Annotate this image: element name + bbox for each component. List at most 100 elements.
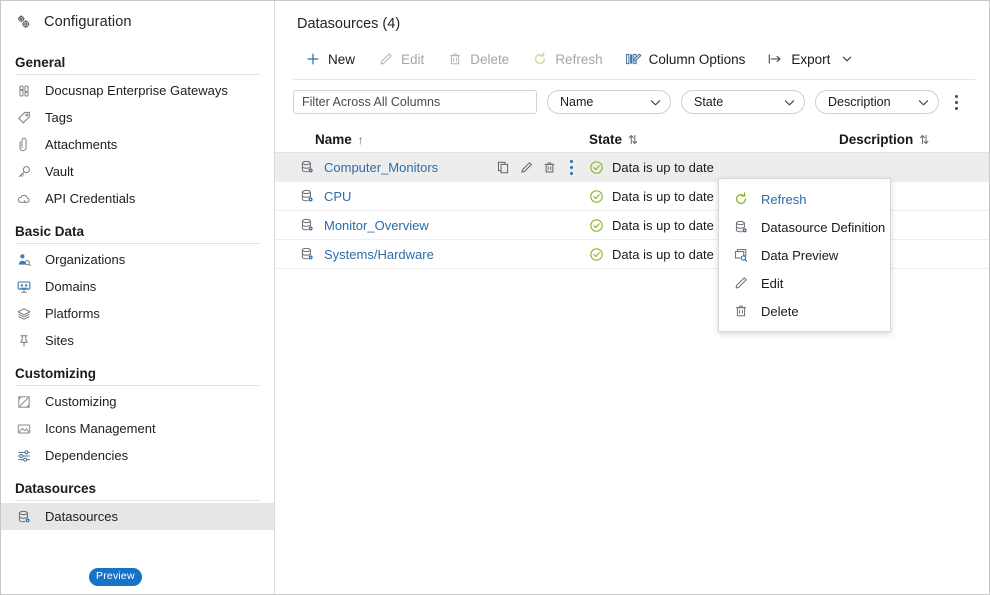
- filter-pill-label: Name: [560, 95, 593, 109]
- sidebar-item-organizations[interactable]: Organizations: [1, 246, 274, 273]
- column-header-label: State: [589, 132, 622, 147]
- datasource-icon: [298, 159, 315, 176]
- cell-name: Systems/Hardware: [293, 246, 589, 263]
- filter-pill-state[interactable]: State: [681, 90, 805, 114]
- datasource-name-link[interactable]: Systems/Hardware: [324, 247, 434, 262]
- sidebar-item-customizing[interactable]: Customizing: [1, 388, 274, 415]
- context-menu-item-delete[interactable]: Delete: [719, 297, 890, 325]
- sidebar-group-title-general: General: [1, 55, 274, 74]
- sidebar-item-tags[interactable]: Tags: [1, 104, 274, 131]
- context-menu-item-data-preview[interactable]: Data Preview: [719, 241, 890, 269]
- column-header-label: Name: [315, 132, 352, 147]
- column-options-button-label: Column Options: [649, 52, 746, 67]
- sidebar-item-attachments[interactable]: Attachments: [1, 131, 274, 158]
- copy-icon[interactable]: [495, 158, 512, 176]
- chevron-down-icon: [917, 96, 930, 109]
- row-more-menu[interactable]: [563, 156, 581, 178]
- datasource-icon: [15, 508, 32, 525]
- sidebar-item-platforms[interactable]: Platforms: [1, 300, 274, 327]
- context-menu-item-label: Refresh: [761, 192, 807, 207]
- filter-all-columns-input[interactable]: [293, 90, 537, 114]
- sidebar-item-vault[interactable]: Vault: [1, 158, 274, 185]
- sidebar-item-label: Platforms: [45, 306, 100, 321]
- export-button[interactable]: Export: [756, 45, 864, 73]
- context-menu-item-label: Delete: [761, 304, 799, 319]
- layers-icon: [15, 305, 32, 322]
- datasource-icon: [732, 219, 749, 236]
- column-options-icon: [625, 51, 642, 68]
- cell-name: Monitor_Overview: [293, 217, 589, 234]
- tag-icon: [15, 109, 32, 126]
- sidebar-item-domains[interactable]: Domains: [1, 273, 274, 300]
- organization-icon: [15, 251, 32, 268]
- edit-button[interactable]: Edit: [366, 45, 435, 73]
- sidebar-item-label: Tags: [45, 110, 72, 125]
- context-menu-item-edit[interactable]: Edit: [719, 269, 890, 297]
- sidebar-header: Configuration: [1, 1, 274, 43]
- status-ok-icon: [589, 189, 604, 204]
- datasource-name-link[interactable]: Computer_Monitors: [324, 160, 438, 175]
- sidebar-item-label: Dependencies: [45, 448, 128, 463]
- filter-pill-description[interactable]: Description: [815, 90, 939, 114]
- sidebar-item-label: Domains: [45, 279, 96, 294]
- datasource-name-link[interactable]: Monitor_Overview: [324, 218, 429, 233]
- page-title: Datasources (4): [275, 1, 989, 32]
- gateway-icon: [15, 82, 32, 99]
- sliders-icon: [15, 447, 32, 464]
- application-window: Configuration General Docusnap Enterpris…: [0, 0, 990, 595]
- key-icon: [15, 163, 32, 180]
- divider: [15, 243, 260, 244]
- context-menu-item-datasource-definition[interactable]: Datasource Definition: [719, 213, 890, 241]
- sidebar-item-api-credentials[interactable]: API Credentials: [1, 185, 274, 212]
- refresh-button[interactable]: Refresh: [520, 45, 613, 73]
- column-options-button[interactable]: Column Options: [614, 45, 757, 73]
- status-label: Data is up to date: [612, 160, 714, 175]
- sidebar-group-title-datasources: Datasources: [1, 481, 274, 500]
- context-menu-item-refresh[interactable]: Refresh: [719, 185, 890, 213]
- pencil-icon[interactable]: [518, 158, 535, 176]
- datasource-icon: [298, 188, 315, 205]
- divider: [15, 385, 260, 386]
- divider: [15, 74, 260, 75]
- datasource-name-link[interactable]: CPU: [324, 189, 351, 204]
- context-menu-item-label: Datasource Definition: [761, 220, 885, 235]
- sidebar-item-dependencies[interactable]: Dependencies: [1, 442, 274, 469]
- pin-icon: [15, 332, 32, 349]
- filter-pill-name[interactable]: Name: [547, 90, 671, 114]
- filter-overflow-kebab-icon[interactable]: [947, 91, 965, 113]
- sidebar-group-title-basic-data: Basic Data: [1, 224, 274, 243]
- status-ok-icon: [589, 247, 604, 262]
- status-ok-icon: [589, 218, 604, 233]
- status-label: Data is up to date: [612, 247, 714, 262]
- domain-icon: [15, 278, 32, 295]
- sidebar: Configuration General Docusnap Enterpris…: [1, 1, 275, 594]
- export-button-label: Export: [791, 52, 830, 67]
- sidebar-item-sites[interactable]: Sites: [1, 327, 274, 354]
- context-menu-item-label: Data Preview: [761, 248, 838, 263]
- filter-bar: Name State Description: [275, 80, 989, 114]
- delete-button[interactable]: Delete: [435, 45, 520, 73]
- image-icon: [15, 420, 32, 437]
- sort-indicator: ↑: [358, 133, 364, 147]
- sort-indicator: ⇅: [919, 133, 929, 147]
- datasource-icon: [298, 246, 315, 263]
- sidebar-group-title-customizing: Customizing: [1, 366, 274, 385]
- new-button[interactable]: New: [293, 45, 366, 73]
- sidebar-item-docusnap-enterprise-gateways[interactable]: Docusnap Enterprise Gateways: [1, 77, 274, 104]
- trash-icon[interactable]: [541, 158, 558, 176]
- row-context-menu: Refresh Datasource Definition: [718, 178, 891, 332]
- datasource-icon: [298, 217, 315, 234]
- column-header-name[interactable]: Name ↑: [293, 132, 589, 147]
- sidebar-item-label: Sites: [45, 333, 74, 348]
- api-cloud-icon: [15, 190, 32, 207]
- kebab-icon[interactable]: [564, 158, 581, 176]
- paperclip-icon: [15, 136, 32, 153]
- sidebar-item-datasources[interactable]: Datasources: [1, 503, 274, 530]
- column-header-description[interactable]: Description ⇅: [839, 132, 959, 147]
- column-header-state[interactable]: State ⇅: [589, 132, 839, 147]
- filter-pill-label: Description: [828, 95, 891, 109]
- sidebar-item-label: Attachments: [45, 137, 117, 152]
- sidebar-item-icons-management[interactable]: Icons Management: [1, 415, 274, 442]
- sidebar-item-label: API Credentials: [45, 191, 135, 206]
- sidebar-item-label: Organizations: [45, 252, 125, 267]
